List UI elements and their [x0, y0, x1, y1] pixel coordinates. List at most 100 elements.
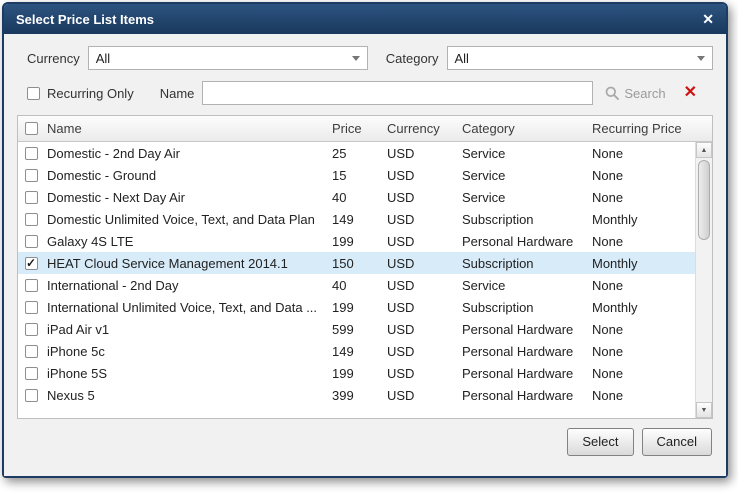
table-row[interactable]: Domestic Unlimited Voice, Text, and Data… — [18, 208, 695, 230]
cell-category: Personal Hardware — [459, 366, 589, 381]
cell-name: iPad Air v1 — [44, 322, 329, 337]
cell-price: 40 — [329, 278, 384, 293]
row-checkbox-cell — [18, 169, 44, 182]
table-row[interactable]: Domestic - Ground15USDServiceNone — [18, 164, 695, 186]
column-header-name[interactable]: Name — [44, 121, 329, 136]
cell-recurring-price: None — [589, 234, 695, 249]
cell-name: International Unlimited Voice, Text, and… — [44, 300, 329, 315]
currency-select-value: All — [96, 51, 110, 66]
vertical-scrollbar[interactable]: ▲ ▼ — [695, 142, 712, 418]
row-checkbox[interactable] — [25, 191, 38, 204]
currency-label: Currency — [27, 51, 80, 66]
row-checkbox[interactable] — [25, 389, 38, 402]
cell-name: Domestic - 2nd Day Air — [44, 146, 329, 161]
row-checkbox[interactable] — [25, 213, 38, 226]
select-all-cell — [18, 122, 44, 135]
cell-category: Personal Hardware — [459, 234, 589, 249]
table-row[interactable]: Galaxy 4S LTE199USDPersonal HardwareNone — [18, 230, 695, 252]
column-header-currency[interactable]: Currency — [384, 121, 459, 136]
cell-name: Domestic Unlimited Voice, Text, and Data… — [44, 212, 329, 227]
search-label: Search — [624, 86, 665, 101]
row-checkbox[interactable] — [25, 169, 38, 182]
recurring-only-checkbox[interactable] — [27, 87, 40, 100]
price-list-table: Name Price Currency Category Recurring P… — [17, 115, 713, 419]
scrollbar-track[interactable] — [696, 158, 712, 402]
cell-category: Personal Hardware — [459, 388, 589, 403]
currency-select[interactable]: All — [88, 46, 368, 70]
cell-currency: USD — [384, 344, 459, 359]
row-checkbox[interactable] — [25, 147, 38, 160]
chevron-down-icon — [697, 56, 705, 61]
scroll-down-icon[interactable]: ▼ — [696, 402, 712, 418]
cell-name: iPhone 5c — [44, 344, 329, 359]
recurring-only-label: Recurring Only — [47, 86, 134, 101]
search-icon — [605, 86, 619, 100]
cell-name: International - 2nd Day — [44, 278, 329, 293]
category-select[interactable]: All — [447, 46, 714, 70]
table-row[interactable]: ✓ HEAT Cloud Service Management 2014.1150… — [18, 252, 695, 274]
cell-price: 199 — [329, 366, 384, 381]
cell-recurring-price: None — [589, 146, 695, 161]
dialog-title: Select Price List Items — [16, 12, 154, 27]
cell-price: 149 — [329, 212, 384, 227]
cell-currency: USD — [384, 300, 459, 315]
table-body: Domestic - 2nd Day Air25USDServiceNoneDo… — [18, 142, 695, 418]
cell-name: HEAT Cloud Service Management 2014.1 — [44, 256, 329, 271]
row-checkbox[interactable] — [25, 323, 38, 336]
cell-recurring-price: None — [589, 344, 695, 359]
scrollbar-thumb[interactable] — [698, 160, 710, 240]
row-checkbox[interactable] — [25, 345, 38, 358]
row-checkbox[interactable] — [25, 301, 38, 314]
cell-currency: USD — [384, 256, 459, 271]
dialog-titlebar: Select Price List Items ✕ — [4, 4, 726, 34]
cell-recurring-price: None — [589, 278, 695, 293]
table-row[interactable]: Domestic - Next Day Air40USDServiceNone — [18, 186, 695, 208]
table-row[interactable]: International - 2nd Day40USDServiceNone — [18, 274, 695, 296]
table-row[interactable]: iPad Air v1599USDPersonal HardwareNone — [18, 318, 695, 340]
cell-price: 599 — [329, 322, 384, 337]
cell-currency: USD — [384, 168, 459, 183]
category-select-value: All — [455, 51, 469, 66]
name-search-input[interactable] — [202, 81, 593, 105]
filter-row-bottom: Recurring Only Name Search ✕ — [27, 81, 713, 105]
row-checkbox[interactable] — [25, 279, 38, 292]
cell-price: 150 — [329, 256, 384, 271]
cell-currency: USD — [384, 212, 459, 227]
cell-name: iPhone 5S — [44, 366, 329, 381]
table-row[interactable]: iPhone 5S199USDPersonal HardwareNone — [18, 362, 695, 384]
cell-category: Subscription — [459, 256, 589, 271]
table-body-wrap: Domestic - 2nd Day Air25USDServiceNoneDo… — [18, 142, 712, 418]
cell-category: Service — [459, 278, 589, 293]
close-icon[interactable]: ✕ — [702, 12, 714, 26]
cell-recurring-price: None — [589, 190, 695, 205]
cell-currency: USD — [384, 146, 459, 161]
column-header-price[interactable]: Price — [329, 121, 384, 136]
row-checkbox[interactable]: ✓ — [25, 257, 38, 270]
row-checkbox-cell — [18, 213, 44, 226]
row-checkbox-cell — [18, 367, 44, 380]
row-checkbox-cell — [18, 235, 44, 248]
row-checkbox-cell — [18, 191, 44, 204]
filter-row-top: Currency All Category All — [27, 46, 713, 70]
cell-recurring-price: None — [589, 388, 695, 403]
search-button[interactable]: Search — [605, 86, 665, 101]
row-checkbox[interactable] — [25, 367, 38, 380]
row-checkbox[interactable] — [25, 235, 38, 248]
column-header-recurring-price[interactable]: Recurring Price — [589, 121, 695, 136]
cancel-button[interactable]: Cancel — [642, 428, 712, 456]
clear-search-icon[interactable]: ✕ — [684, 85, 697, 101]
table-row[interactable]: iPhone 5c149USDPersonal HardwareNone — [18, 340, 695, 362]
column-header-category[interactable]: Category — [459, 121, 589, 136]
cell-category: Subscription — [459, 300, 589, 315]
table-row[interactable]: Domestic - 2nd Day Air25USDServiceNone — [18, 142, 695, 164]
select-button[interactable]: Select — [567, 428, 633, 456]
cell-recurring-price: None — [589, 168, 695, 183]
chevron-down-icon — [352, 56, 360, 61]
row-checkbox-cell — [18, 345, 44, 358]
scroll-up-icon[interactable]: ▲ — [696, 142, 712, 158]
table-row[interactable]: International Unlimited Voice, Text, and… — [18, 296, 695, 318]
select-all-checkbox[interactable] — [25, 122, 38, 135]
cell-name: Galaxy 4S LTE — [44, 234, 329, 249]
table-row[interactable]: Nexus 5399USDPersonal HardwareNone — [18, 384, 695, 406]
cell-recurring-price: None — [589, 366, 695, 381]
